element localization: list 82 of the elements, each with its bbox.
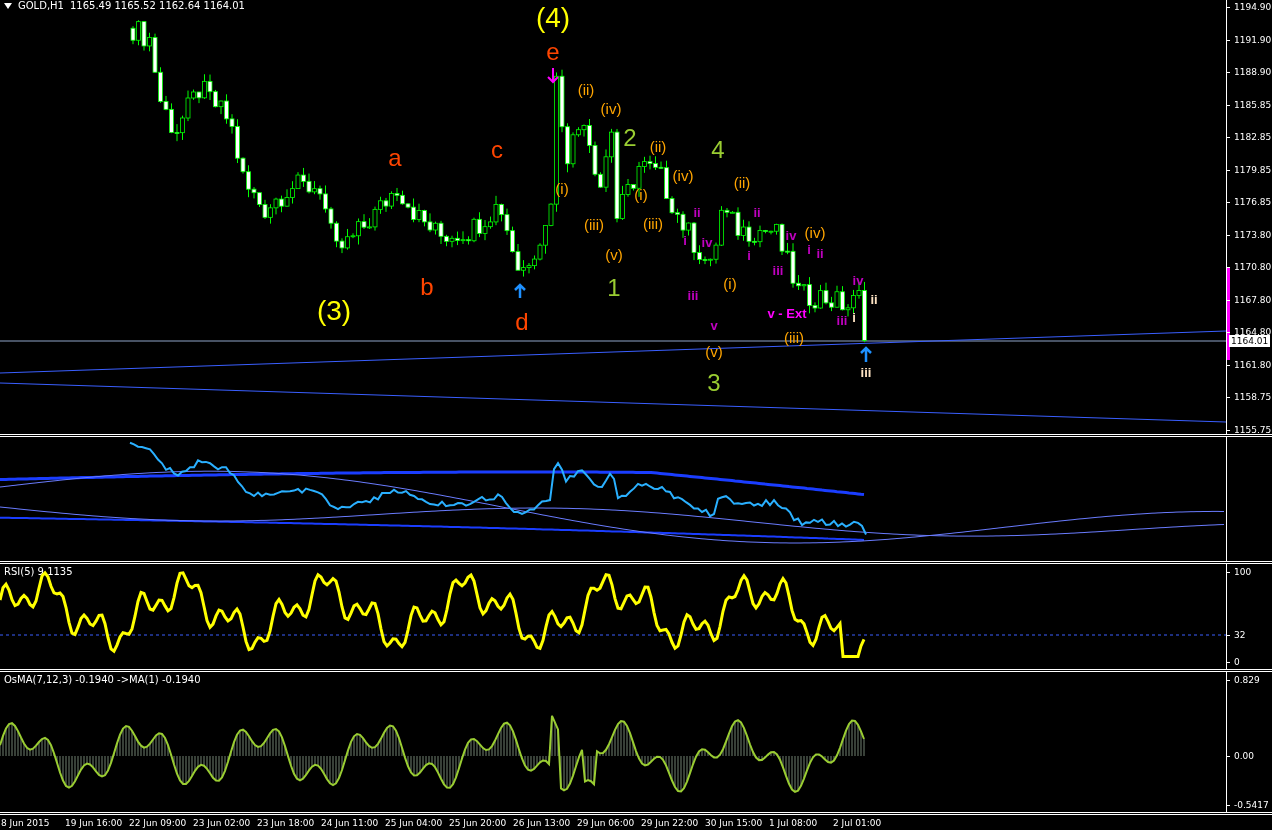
time-tick-label: 25 Jun 20:00 xyxy=(449,817,508,828)
wave-label: i xyxy=(807,242,811,256)
time-tick-label: 19 Jun 16:00 xyxy=(65,817,124,828)
wave-label: ii xyxy=(693,205,701,219)
price-tick-label: 1173.80 xyxy=(1227,228,1272,241)
arrow-down-icon xyxy=(547,67,559,84)
time-tick-label: 29 Jun 06:00 xyxy=(577,817,636,828)
wave-label: v - Ext xyxy=(767,306,807,320)
current-price-label: 1164.01 xyxy=(1229,335,1271,347)
wave-label: iii xyxy=(836,313,848,327)
price-tick-label: 1194.90 xyxy=(1227,1,1272,13)
price-tick-label: 1158.75 xyxy=(1227,391,1272,404)
wave-label: d xyxy=(515,310,529,334)
wave-label: (v) xyxy=(605,246,623,262)
price-tick-label: 1182.85 xyxy=(1227,131,1272,144)
wave-label: 2 xyxy=(623,126,637,150)
wave-label: i xyxy=(683,233,687,247)
time-tick-label: 23 Jun 02:00 xyxy=(193,817,252,828)
wave-label: (ii) xyxy=(649,138,667,154)
ohlc-values: 1165.49 1165.52 1162.64 1164.01 xyxy=(69,0,245,11)
wave-label: (ii) xyxy=(577,81,595,97)
wave-label: (iv) xyxy=(600,100,622,116)
wave-label: c xyxy=(491,138,503,162)
osma-legend: OsMA(7,12,3) -0.1940 ->MA(1) -0.1940 xyxy=(4,674,201,685)
wave-label: ii xyxy=(816,246,824,260)
arrow-up-icon xyxy=(859,346,873,364)
price-tick-label: 1176.85 xyxy=(1227,196,1272,209)
wave-label: iv xyxy=(701,235,713,249)
wave-label: (iii) xyxy=(584,216,604,232)
wave-label: (iv) xyxy=(804,224,826,240)
time-tick-label: 24 Jun 11:00 xyxy=(321,817,380,828)
osma-tick-label: -0.5417 xyxy=(1227,799,1269,811)
rsi-legend: RSI(5) 9.1135 xyxy=(4,566,73,577)
price-tick-label: 1155.75 xyxy=(1227,424,1272,436)
price-tick-label: 1170.80 xyxy=(1227,261,1272,274)
wave-label: 3 xyxy=(707,371,721,395)
time-tick-label: 23 Jun 18:00 xyxy=(257,817,316,828)
wave-label: (i) xyxy=(723,275,737,291)
wave-label: a xyxy=(388,146,402,170)
rsi-tick-label: 0 xyxy=(1227,656,1240,668)
osma-tick-label: 0.00 xyxy=(1227,750,1255,762)
wave-label: iv xyxy=(852,273,864,287)
wave-label: i xyxy=(747,248,751,262)
price-tick-label: 1191.90 xyxy=(1227,33,1272,46)
rsi-tick-label: 32 xyxy=(1227,629,1246,641)
time-tick-label: 22 Jun 09:00 xyxy=(129,817,188,828)
wave-label: v xyxy=(710,318,718,332)
wave-label: iv xyxy=(785,228,797,242)
wave-label: 4 xyxy=(711,138,725,162)
wave-label: ii xyxy=(753,205,761,219)
dropdown-triangle-icon[interactable] xyxy=(4,2,12,9)
wave-label: b xyxy=(420,275,434,299)
arrow-up-icon xyxy=(513,283,527,300)
price-tick-label: 1161.80 xyxy=(1227,358,1272,371)
wave-label: (4) xyxy=(535,4,571,32)
wave-label: (i) xyxy=(634,186,648,202)
time-tick-label: 8 Jun 2015 xyxy=(1,817,51,828)
wave-label: i xyxy=(852,310,856,324)
wave-label: (iv) xyxy=(672,167,694,183)
wave-label: iii xyxy=(687,288,699,302)
wave-label: ii xyxy=(870,292,878,306)
wave-label: (iii) xyxy=(643,215,663,231)
wave-label: iii xyxy=(772,263,784,277)
wave-label: e xyxy=(546,40,560,64)
osma-tick-label: 0.829 xyxy=(1227,674,1260,686)
wave-label: (ii) xyxy=(733,174,751,190)
wave-label: (iii) xyxy=(784,329,804,345)
time-tick-label: 1 Jul 08:00 xyxy=(769,817,819,828)
time-tick-label: 29 Jun 22:00 xyxy=(641,817,700,828)
price-tick-label: 1188.90 xyxy=(1227,66,1272,79)
wave-label: 1 xyxy=(607,276,621,300)
wave-label: (3) xyxy=(316,297,352,325)
time-tick-label: 26 Jun 13:00 xyxy=(513,817,572,828)
symbol-label: GOLD,H1 xyxy=(18,0,64,11)
time-tick-label: 2 Jul 01:00 xyxy=(833,817,883,828)
price-tick-label: 1167.80 xyxy=(1227,293,1272,306)
rsi-tick-label: 100 xyxy=(1227,566,1252,578)
price-tick-label: 1185.85 xyxy=(1227,98,1272,111)
wave-label: iii xyxy=(860,365,872,379)
time-tick-label: 25 Jun 04:00 xyxy=(385,817,444,828)
price-tick-label: 1179.85 xyxy=(1227,163,1272,176)
time-tick-label: 30 Jun 15:00 xyxy=(705,817,764,828)
